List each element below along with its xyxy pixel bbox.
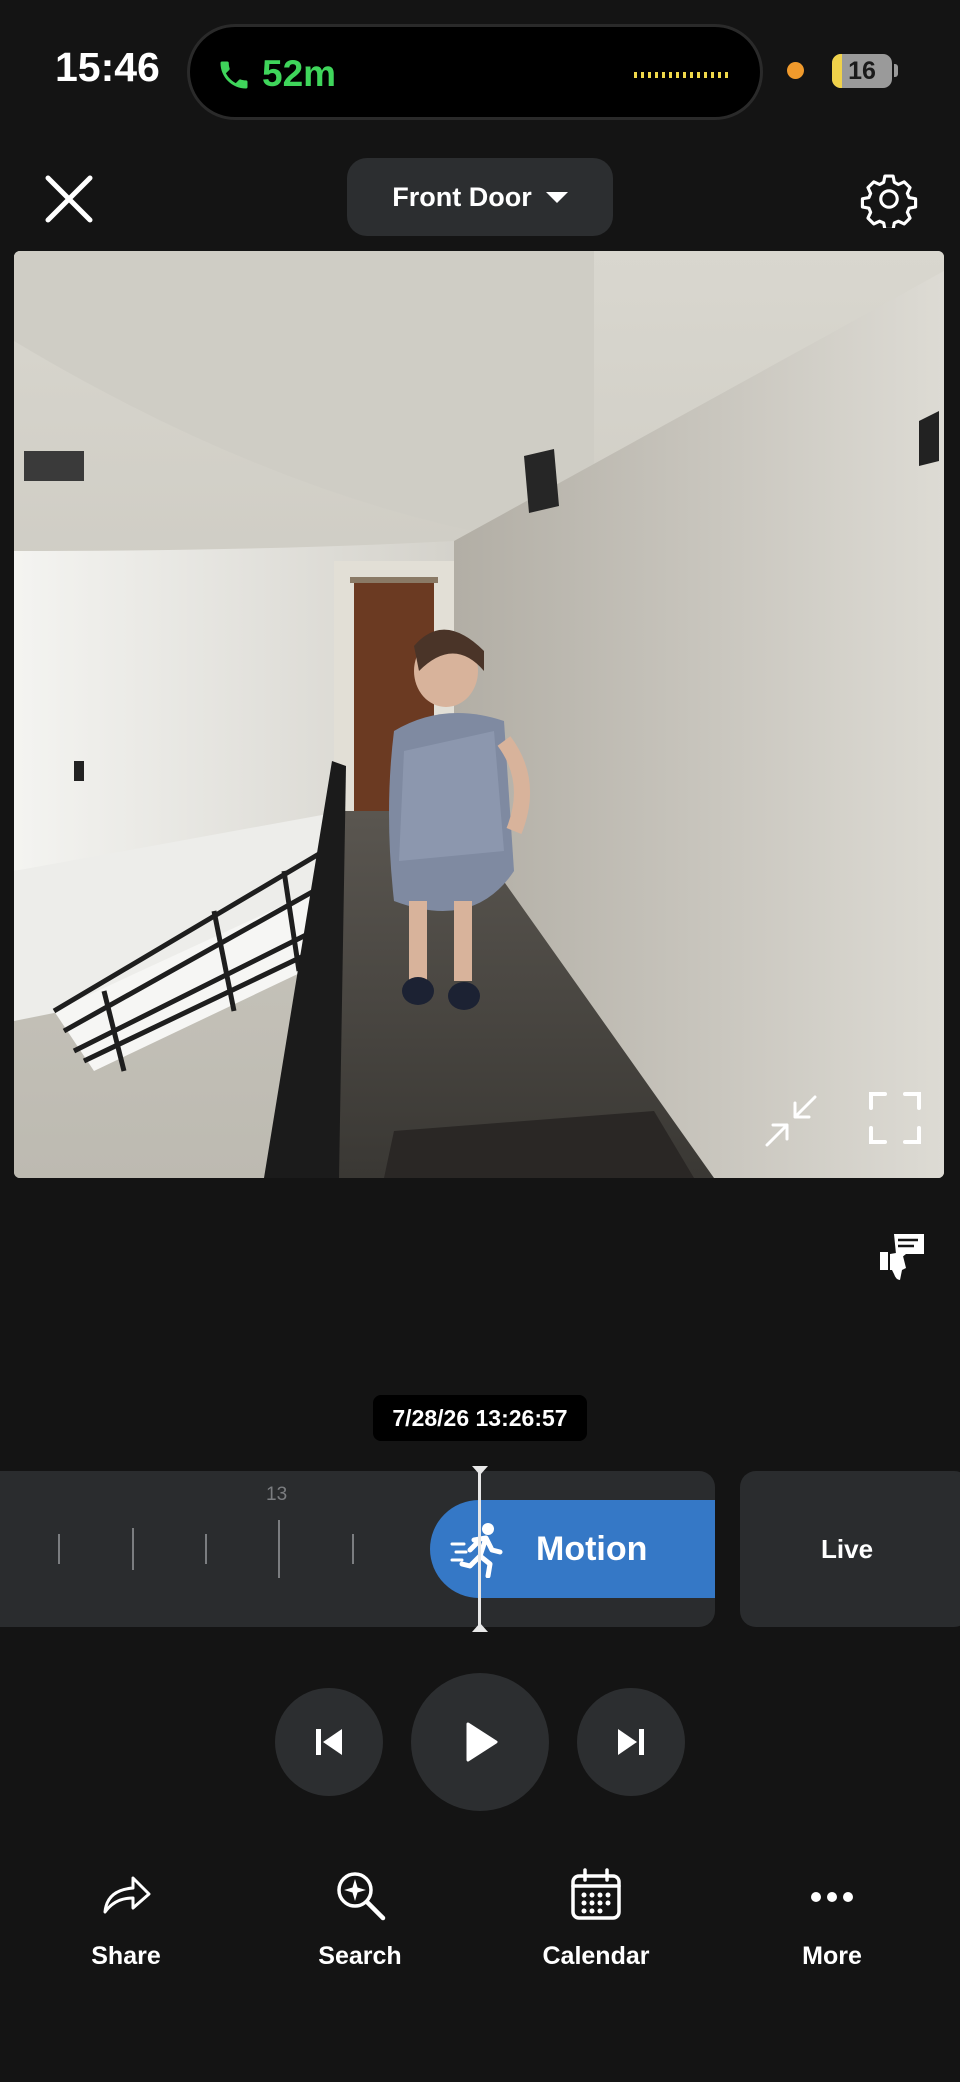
share-label: Share: [91, 1942, 161, 1970]
more-dots-icon: [811, 1892, 853, 1902]
next-event-button[interactable]: [577, 1688, 685, 1796]
play-button[interactable]: [411, 1673, 549, 1811]
timeline-tick: [58, 1534, 60, 1564]
search-label: Search: [318, 1942, 402, 1970]
camera-video-feed[interactable]: [14, 251, 944, 1178]
more-label: More: [802, 1942, 862, 1970]
play-icon: [466, 1722, 498, 1762]
skip-next-icon: [618, 1729, 644, 1755]
recording-indicator-dot: [787, 62, 804, 79]
battery-tip: [894, 64, 898, 77]
camera-selector-dropdown[interactable]: Front Door: [347, 158, 613, 236]
timeline-hour-label: 13: [266, 1484, 288, 1505]
share-button[interactable]: Share: [36, 1866, 216, 1971]
playhead-bottom-marker: [472, 1623, 488, 1632]
timeline-tick: [352, 1534, 354, 1564]
phone-icon: [220, 61, 248, 89]
timeline-tick: [278, 1520, 280, 1578]
battery-level: 16: [848, 57, 876, 85]
gear-icon[interactable]: [860, 170, 918, 228]
thumbs-down-feedback-icon[interactable]: [876, 1230, 928, 1282]
more-button[interactable]: More: [742, 1866, 922, 1971]
calendar-button[interactable]: Calendar: [506, 1866, 686, 1971]
status-time: 15:46: [55, 44, 160, 90]
dynamic-island[interactable]: 52m: [187, 24, 763, 120]
motion-event-label: Motion: [536, 1529, 648, 1568]
timeline-tick: [205, 1534, 207, 1564]
playhead-top-marker: [472, 1466, 488, 1475]
audio-waveform-icon: [634, 72, 730, 78]
timeline-playhead[interactable]: [478, 1466, 481, 1632]
close-icon[interactable]: [38, 168, 100, 230]
calendar-label: Calendar: [542, 1942, 650, 1970]
video-frame-image: [14, 251, 944, 1178]
minimize-icon[interactable]: [761, 1091, 821, 1151]
search-button[interactable]: Search: [270, 1866, 450, 1971]
calendar-icon: [571, 1868, 621, 1920]
previous-event-button[interactable]: [275, 1688, 383, 1796]
ai-search-icon: [337, 1872, 386, 1921]
timeline-tick: [132, 1528, 134, 1570]
skip-previous-icon: [316, 1729, 342, 1755]
call-duration: 52m: [262, 53, 337, 94]
live-button[interactable]: Live: [740, 1471, 960, 1627]
camera-name: Front Door: [392, 181, 532, 212]
caret-down-icon: [545, 191, 568, 203]
timeline-timestamp: 7/28/26 13:26:57: [373, 1395, 587, 1441]
motion-event-clip[interactable]: Motion: [430, 1500, 715, 1598]
fullscreen-icon[interactable]: [867, 1090, 923, 1146]
battery-icon: 16: [832, 54, 892, 88]
share-arrow-icon: [103, 1876, 151, 1914]
